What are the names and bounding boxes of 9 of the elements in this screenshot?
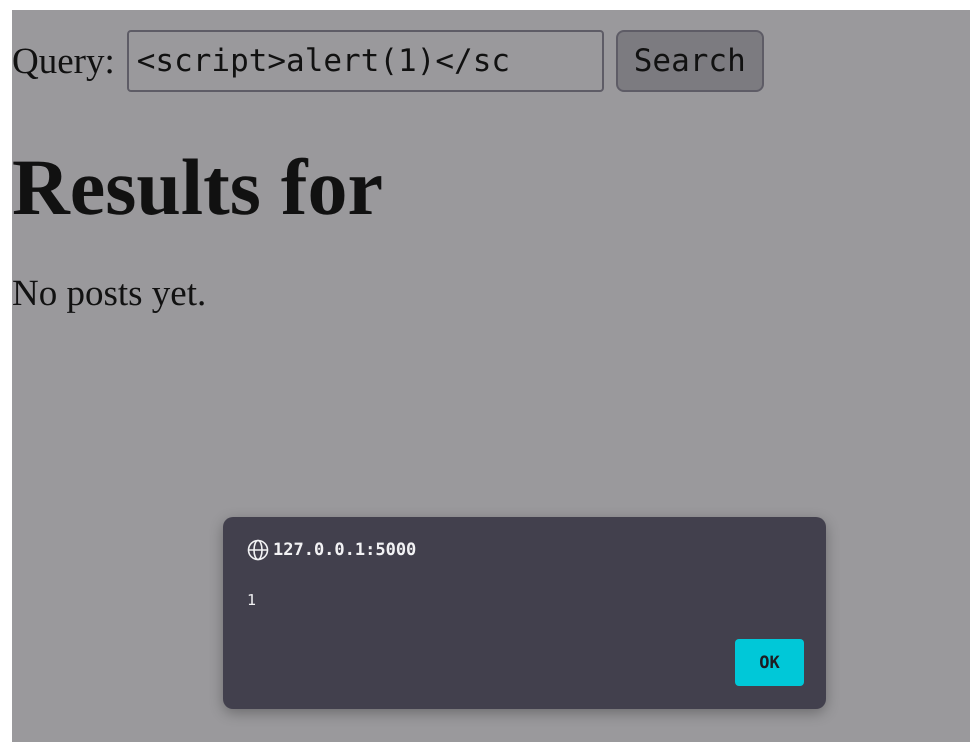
- query-field[interactable]: <script>alert(1)</sc: [126, 30, 604, 92]
- dialog-origin: 127.0.0.1:5000: [273, 540, 416, 560]
- results-heading: Results for: [12, 144, 384, 232]
- empty-message: No posts yet.: [12, 272, 206, 315]
- globe-icon: [247, 539, 269, 561]
- query-label: Query:: [12, 40, 115, 82]
- alert-message: 1: [247, 591, 256, 609]
- search-button[interactable]: Search: [616, 30, 764, 92]
- ok-button[interactable]: OK: [735, 639, 804, 686]
